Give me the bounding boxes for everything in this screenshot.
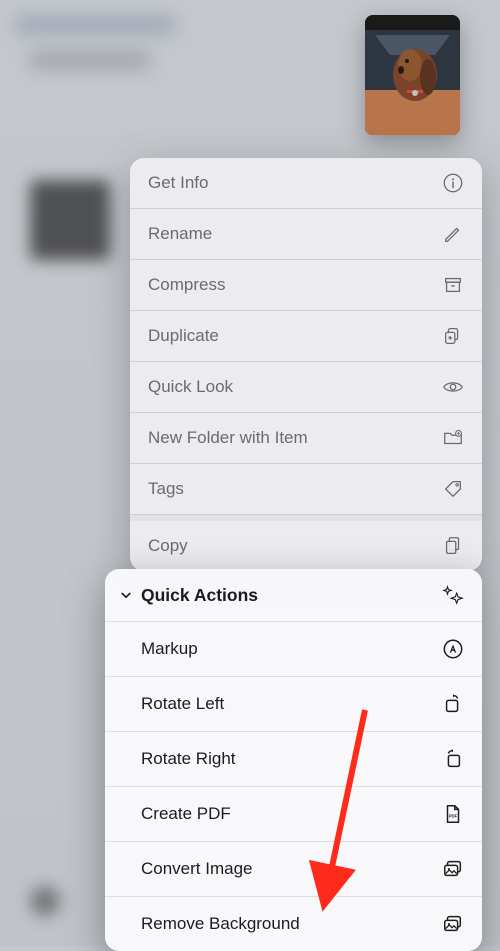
menu-item-copy[interactable]: Copy	[130, 515, 482, 571]
menu-item-quick-look[interactable]: Quick Look	[130, 362, 482, 413]
menu-item-rename[interactable]: Rename	[130, 209, 482, 260]
qa-label: Create PDF	[141, 804, 231, 824]
sparkle-icon	[442, 584, 464, 606]
menu-item-new-folder[interactable]: New Folder with Item	[130, 413, 482, 464]
qa-item-rotate-right[interactable]: Rotate Right	[105, 732, 482, 787]
tag-icon	[442, 478, 464, 500]
context-menu: Get Info Rename Compress Duplicate Quick…	[130, 158, 482, 571]
info-icon	[442, 172, 464, 194]
qa-item-convert-image[interactable]: Convert Image	[105, 842, 482, 897]
remove-bg-icon	[442, 913, 464, 935]
rotate-left-icon	[442, 693, 464, 715]
svg-text:PDF: PDF	[449, 814, 458, 819]
qa-item-create-pdf[interactable]: Create PDF PDF	[105, 787, 482, 842]
archive-icon	[442, 274, 464, 296]
duplicate-icon	[442, 325, 464, 347]
menu-label: Duplicate	[148, 326, 219, 346]
qa-label: Rotate Left	[141, 694, 224, 714]
convert-image-icon	[442, 858, 464, 880]
menu-label: Get Info	[148, 173, 208, 193]
menu-label: New Folder with Item	[148, 428, 308, 448]
pencil-icon	[442, 223, 464, 245]
qa-label: Remove Background	[141, 914, 300, 934]
chevron-down-icon	[117, 586, 135, 604]
rotate-right-icon	[442, 748, 464, 770]
quick-actions-menu: Quick Actions Markup Rotate Left Rotate …	[105, 569, 482, 951]
qa-label: Markup	[141, 639, 198, 659]
menu-label: Compress	[148, 275, 225, 295]
menu-item-get-info[interactable]: Get Info	[130, 158, 482, 209]
menu-item-duplicate[interactable]: Duplicate	[130, 311, 482, 362]
menu-label: Quick Look	[148, 377, 233, 397]
copy-icon	[442, 535, 464, 557]
menu-label: Rename	[148, 224, 212, 244]
new-folder-icon	[442, 427, 464, 449]
context-menu-container: Get Info Rename Compress Duplicate Quick…	[130, 158, 482, 951]
pdf-icon: PDF	[442, 803, 464, 825]
file-thumbnail[interactable]	[365, 15, 460, 135]
markup-icon	[442, 638, 464, 660]
eye-icon	[442, 376, 464, 398]
qa-item-remove-background[interactable]: Remove Background	[105, 897, 482, 951]
menu-item-tags[interactable]: Tags	[130, 464, 482, 515]
menu-item-compress[interactable]: Compress	[130, 260, 482, 311]
quick-actions-header[interactable]: Quick Actions	[105, 569, 482, 622]
dog-photo-icon	[365, 15, 460, 135]
quick-actions-title: Quick Actions	[141, 585, 258, 606]
qa-item-markup[interactable]: Markup	[105, 622, 482, 677]
qa-label: Convert Image	[141, 859, 253, 879]
menu-label: Tags	[148, 479, 184, 499]
menu-label: Copy	[148, 536, 188, 556]
qa-item-rotate-left[interactable]: Rotate Left	[105, 677, 482, 732]
qa-label: Rotate Right	[141, 749, 236, 769]
